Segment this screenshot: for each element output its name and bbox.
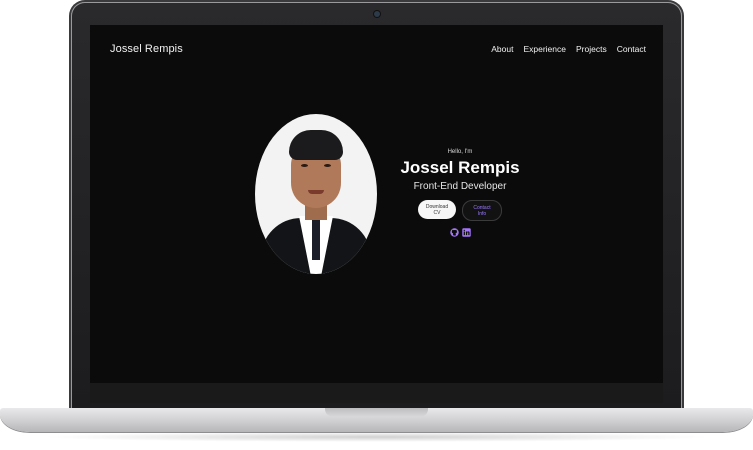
profile-photo (255, 114, 377, 274)
laptop-mockup: Jossel Rempis About Experience Projects … (0, 0, 753, 450)
linkedin-icon[interactable] (461, 228, 471, 237)
screen-bezel (90, 383, 663, 403)
laptop-shadow (40, 432, 713, 442)
download-cv-button[interactable]: Download CV (418, 200, 456, 219)
portfolio-screen: Jossel Rempis About Experience Projects … (90, 25, 663, 383)
hero-role: Front-End Developer (413, 181, 507, 192)
greeting-text: Hello, I'm (447, 149, 473, 155)
hair (289, 130, 343, 160)
intro-section: Hello, I'm Jossel Rempis Front-End Devel… (390, 149, 530, 237)
hero-name: Jossel Rempis (400, 158, 520, 177)
mouth (308, 190, 324, 194)
nav-link-projects[interactable]: Projects (576, 44, 607, 54)
left-eye (301, 164, 308, 167)
laptop-notch (325, 408, 428, 417)
right-eye (324, 164, 331, 167)
profile-photo-container (255, 114, 377, 274)
nav-link-about[interactable]: About (491, 44, 513, 54)
nav-menu: About Experience Projects Contact (491, 44, 646, 54)
nav-link-contact[interactable]: Contact (617, 44, 646, 54)
social-links (390, 228, 530, 237)
hero-buttons: Download CV Contact Info (390, 200, 530, 221)
tie (312, 220, 320, 260)
nav-link-experience[interactable]: Experience (523, 44, 566, 54)
contact-info-button[interactable]: Contact Info (462, 200, 502, 221)
brand-logo[interactable]: Jossel Rempis (110, 43, 183, 55)
github-icon[interactable] (449, 228, 459, 237)
camera-icon (374, 11, 380, 17)
